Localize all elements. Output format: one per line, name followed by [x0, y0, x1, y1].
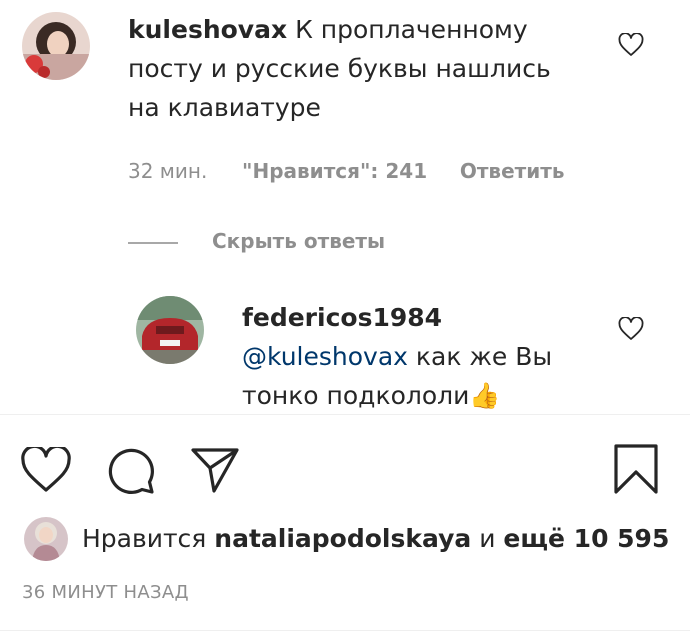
comment-body: kuleshovax К проплаченному посту и русск… [128, 10, 568, 127]
reply-mention-link[interactable]: @kuleshovax [242, 342, 408, 371]
likes-prefix: Нравится [82, 524, 207, 553]
reply-text-line-1: как же Вы [407, 342, 553, 371]
comment-meta: 32 мин. "Нравится": 241 Ответить [128, 159, 565, 183]
comment-likes-count[interactable]: "Нравится": 241 [242, 159, 427, 183]
reply-avatar[interactable] [136, 296, 204, 364]
comment-line-1: kuleshovax К проплаченному [128, 10, 568, 49]
hide-replies-button[interactable]: Скрыть ответы [212, 229, 385, 253]
likes-middle: и [479, 524, 496, 553]
comment-text-line-2: посту и русские буквы нашлись [128, 54, 551, 83]
reply-button[interactable]: Ответить [460, 159, 565, 183]
likes-summary: Нравится nataliapodolskaya и ещё 10 595 [82, 521, 669, 557]
reply-body: federicos1984 @kuleshovax как же Вы тонк… [242, 298, 572, 415]
send-icon[interactable] [190, 446, 240, 494]
reply-like-heart-icon[interactable] [618, 317, 644, 341]
commenter-username[interactable]: kuleshovax [128, 15, 287, 44]
comment-icon[interactable] [104, 445, 156, 497]
replies-divider [128, 242, 178, 244]
comment-text-line-3: на клавиатуре [128, 93, 321, 122]
comment-time: 32 мин. [128, 159, 208, 183]
reply-text-line-2: тонко подкололи [242, 381, 470, 410]
section-divider [0, 414, 690, 415]
post-timestamp: 36 МИНУТ НАЗАД [22, 582, 189, 603]
comment-like-heart-icon[interactable] [618, 33, 644, 57]
reply-line-2: тонко подкололи👍 [242, 376, 572, 415]
commenter-avatar[interactable] [22, 12, 90, 80]
thumbs-up-emoji: 👍 [469, 381, 501, 410]
comment-text-line-1: К проплаченному [295, 15, 528, 44]
bookmark-icon[interactable] [612, 443, 660, 495]
reply-username[interactable]: federicos1984 [242, 298, 572, 337]
bottom-divider [0, 630, 690, 631]
liker-avatar[interactable] [24, 517, 68, 561]
reply-line-1: @kuleshovax как же Вы [242, 337, 572, 376]
liker-username[interactable]: nataliapodolskaya [214, 524, 471, 553]
likes-count-link[interactable]: ещё 10 595 [503, 524, 669, 553]
heart-icon[interactable] [20, 447, 72, 493]
